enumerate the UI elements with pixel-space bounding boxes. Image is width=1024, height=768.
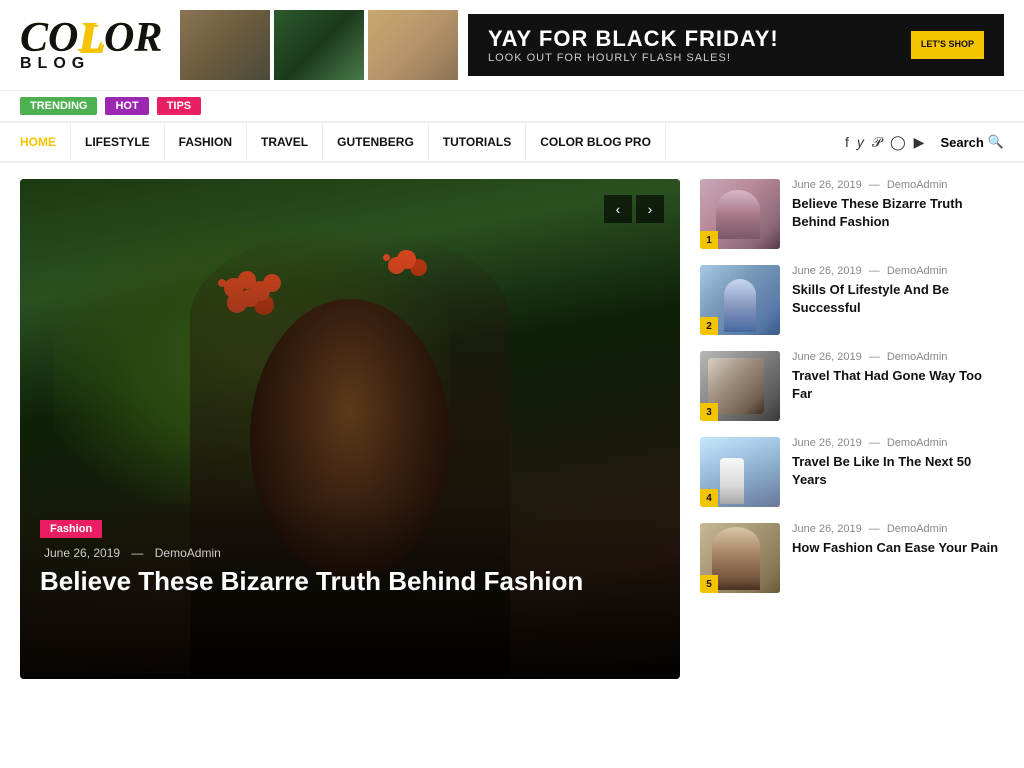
nav-home[interactable]: HOME — [20, 123, 71, 161]
sidebar-dash-3: — — [869, 351, 883, 363]
sidebar-title-4: Travel Be Like In The Next 50 Years — [792, 453, 1004, 489]
twitter-icon[interactable]: y — [857, 134, 864, 150]
hero-author: DemoAdmin — [155, 546, 221, 560]
sidebar-item-1[interactable]: 1 June 26, 2019 — DemoAdmin Believe Thes… — [700, 179, 1004, 249]
search-label: Search — [940, 135, 983, 150]
sidebar-item-3[interactable]: 3 June 26, 2019 — DemoAdmin Travel That … — [700, 351, 1004, 421]
sidebar-info-5: June 26, 2019 — DemoAdmin How Fashion Ca… — [792, 523, 1004, 557]
hero-controls: ‹ › — [604, 195, 664, 223]
sidebar-dash-5: — — [869, 523, 883, 535]
nav-links: HOME LIFESTYLE FASHION TRAVEL GUTENBERG … — [20, 123, 845, 161]
tag-hot[interactable]: HOT — [105, 97, 148, 115]
nav-fashion[interactable]: FASHION — [165, 123, 247, 161]
thumb-number-1: 1 — [700, 231, 718, 249]
sidebar-item-4[interactable]: 4 June 26, 2019 — DemoAdmin Travel Be Li… — [700, 437, 1004, 507]
logo-color: COLOR — [20, 17, 180, 59]
nav-travel[interactable]: TRAVEL — [247, 123, 323, 161]
sidebar-thumb-3: 3 — [700, 351, 780, 421]
banner-image-1 — [180, 10, 270, 80]
thumb-number-2: 2 — [700, 317, 718, 335]
nav-colorblogpro[interactable]: COLOR BLOG PRO — [526, 123, 666, 161]
youtube-icon[interactable]: ▶ — [914, 134, 925, 151]
main-nav: HOME LIFESTYLE FASHION TRAVEL GUTENBERG … — [0, 123, 1024, 163]
hero-next-button[interactable]: › — [636, 195, 664, 223]
sidebar-item-2[interactable]: 2 June 26, 2019 — DemoAdmin Skills Of Li… — [700, 265, 1004, 335]
sidebar-thumb-1: 1 — [700, 179, 780, 249]
sidebar-title-3: Travel That Had Gone Way Too Far — [792, 367, 1004, 403]
hero-meta: June 26, 2019 — DemoAdmin — [40, 546, 660, 560]
pinterest-icon[interactable]: 𝒫 — [872, 134, 882, 151]
tag-trending[interactable]: TRENDING — [20, 97, 97, 115]
header: COLOR BLOG YAY FOR BLACK FRIDAY! LOOK OU… — [0, 0, 1024, 91]
sidebar-info-1: June 26, 2019 — DemoAdmin Believe These … — [792, 179, 1004, 231]
hero-date: June 26, 2019 — [44, 546, 120, 560]
sidebar-meta-2: June 26, 2019 — DemoAdmin — [792, 265, 1004, 277]
nav-lifestyle[interactable]: LIFESTYLE — [71, 123, 165, 161]
sidebar-date-4: June 26, 2019 — [792, 437, 862, 449]
banner-cta-button[interactable]: LET'S SHOP — [911, 31, 984, 59]
sidebar-thumb-5: 5 — [700, 523, 780, 593]
sidebar-author-2: DemoAdmin — [887, 265, 948, 277]
sidebar-thumb-2: 2 — [700, 265, 780, 335]
nav-gutenberg[interactable]: GUTENBERG — [323, 123, 429, 161]
sidebar-title-5: How Fashion Can Ease Your Pain — [792, 539, 1004, 557]
thumb-number-5: 5 — [700, 575, 718, 593]
sidebar-meta-4: June 26, 2019 — DemoAdmin — [792, 437, 1004, 449]
sidebar-date-1: June 26, 2019 — [792, 179, 862, 191]
thumb-number-4: 4 — [700, 489, 718, 507]
hero-prev-button[interactable]: ‹ — [604, 195, 632, 223]
search-icon: 🔍 — [988, 134, 1004, 150]
sidebar-meta-1: June 26, 2019 — DemoAdmin — [792, 179, 1004, 191]
banner-ad[interactable]: YAY FOR BLACK FRIDAY! LOOK OUT FOR HOURL… — [468, 14, 1004, 76]
sidebar-dash-2: — — [869, 265, 883, 277]
hero-category-badge[interactable]: Fashion — [40, 520, 102, 538]
sidebar-info-3: June 26, 2019 — DemoAdmin Travel That Ha… — [792, 351, 1004, 403]
banner-headline: YAY FOR BLACK FRIDAY! — [488, 26, 779, 52]
nav-tags: TRENDING HOT TIPS — [0, 91, 1024, 123]
sidebar-title-1: Believe These Bizarre Truth Behind Fashi… — [792, 195, 1004, 231]
sidebar-thumb-4: 4 — [700, 437, 780, 507]
sidebar-dash-4: — — [869, 437, 883, 449]
sidebar-dash-1: — — [869, 179, 883, 191]
nav-social: f y 𝒫 ◯ ▶ — [845, 134, 924, 151]
hero-overlay: Fashion June 26, 2019 — DemoAdmin Believ… — [20, 499, 680, 679]
sidebar-date-3: June 26, 2019 — [792, 351, 862, 363]
hero-section: Fashion June 26, 2019 — DemoAdmin Believ… — [20, 179, 680, 679]
sidebar-info-4: June 26, 2019 — DemoAdmin Travel Be Like… — [792, 437, 1004, 489]
banner-image-3 — [368, 10, 458, 80]
hero-title: Believe These Bizarre Truth Behind Fashi… — [40, 566, 660, 597]
sidebar-author-3: DemoAdmin — [887, 351, 948, 363]
sidebar: 1 June 26, 2019 — DemoAdmin Believe Thes… — [700, 179, 1004, 679]
banner-ad-text: YAY FOR BLACK FRIDAY! LOOK OUT FOR HOURL… — [488, 26, 779, 64]
logo[interactable]: COLOR BLOG — [20, 17, 180, 73]
content-area: Fashion June 26, 2019 — DemoAdmin Believ… — [0, 163, 1024, 695]
sidebar-author-5: DemoAdmin — [887, 523, 948, 535]
banner-images — [180, 10, 458, 80]
banner-image-2 — [274, 10, 364, 80]
sidebar-author-4: DemoAdmin — [887, 437, 948, 449]
header-banner: YAY FOR BLACK FRIDAY! LOOK OUT FOR HOURL… — [180, 10, 1004, 80]
sidebar-item-5[interactable]: 5 June 26, 2019 — DemoAdmin How Fashion … — [700, 523, 1004, 593]
sidebar-date-2: June 26, 2019 — [792, 265, 862, 277]
sidebar-date-5: June 26, 2019 — [792, 523, 862, 535]
sidebar-title-2: Skills Of Lifestyle And Be Successful — [792, 281, 1004, 317]
search-button[interactable]: Search 🔍 — [940, 134, 1004, 150]
sidebar-meta-3: June 26, 2019 — DemoAdmin — [792, 351, 1004, 363]
sidebar-author-1: DemoAdmin — [887, 179, 948, 191]
sidebar-info-2: June 26, 2019 — DemoAdmin Skills Of Life… — [792, 265, 1004, 317]
thumb-number-3: 3 — [700, 403, 718, 421]
nav-tutorials[interactable]: TUTORIALS — [429, 123, 526, 161]
tag-tips[interactable]: TIPS — [157, 97, 201, 115]
sidebar-meta-5: June 26, 2019 — DemoAdmin — [792, 523, 1004, 535]
hero-dash: — — [131, 546, 146, 560]
facebook-icon[interactable]: f — [845, 134, 849, 150]
instagram-icon[interactable]: ◯ — [890, 134, 906, 151]
banner-subtext: LOOK OUT FOR HOURLY FLASH SALES! — [488, 52, 779, 64]
